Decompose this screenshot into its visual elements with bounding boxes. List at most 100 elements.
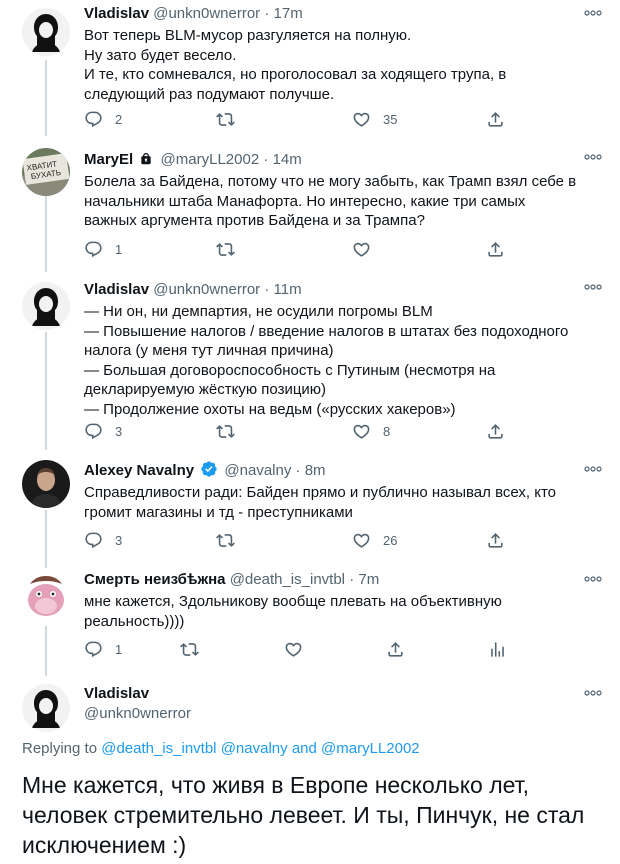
verified-badge-icon [201, 461, 217, 477]
share-icon [486, 110, 505, 129]
share-button[interactable] [486, 529, 505, 551]
more-icon[interactable] [584, 10, 602, 16]
retweet-icon [180, 640, 199, 659]
mention-link[interactable]: @navalny [221, 740, 288, 757]
like-count: 35 [383, 111, 398, 127]
more-icon[interactable] [584, 154, 602, 160]
avatar[interactable] [22, 684, 70, 732]
share-button[interactable] [386, 638, 405, 660]
reply-button[interactable]: 3 [84, 529, 122, 551]
reply-icon [84, 110, 103, 129]
reply-icon [84, 531, 103, 550]
timestamp[interactable]: 17m [274, 5, 303, 22]
mention-link[interactable]: @maryLL2002 [321, 740, 420, 757]
tweet-text: Справедливости ради: Байден прямо и публ… [84, 484, 556, 521]
heart-icon [352, 422, 371, 441]
time-separator: · [264, 281, 270, 298]
author-name[interactable]: Vladislav [84, 281, 149, 298]
reply-icon [84, 422, 103, 441]
retweet-icon [216, 531, 235, 550]
reply-button[interactable]: 1 [84, 238, 122, 260]
author-handle[interactable]: @maryLL2002 [161, 151, 260, 168]
time-separator: · [263, 151, 269, 168]
share-icon [386, 640, 405, 659]
tweet[interactable]: Vladislav @unkn0wnerror · 11m — Ни он, н… [0, 274, 620, 452]
author-name[interactable]: Vladislav [84, 5, 149, 22]
reply-count: 3 [115, 423, 123, 439]
reply-icon [84, 240, 103, 259]
avatar[interactable] [22, 8, 70, 56]
author-name[interactable]: Смерть неизбѣжна [84, 571, 226, 588]
author-name[interactable]: MaryEl [84, 151, 133, 168]
avatar[interactable] [22, 460, 70, 508]
tweet-text: Вот теперь BLM-мусор разгуляется на полн… [84, 27, 507, 103]
author-name[interactable]: Vladislav [84, 685, 149, 702]
like-button[interactable] [284, 638, 303, 660]
author-handle[interactable]: @death_is_invtbl [230, 571, 345, 588]
timestamp[interactable]: 14m [273, 151, 302, 168]
share-button[interactable] [486, 420, 505, 442]
timestamp[interactable]: 11m [274, 281, 302, 298]
time-separator: · [295, 462, 301, 479]
time-separator: · [264, 5, 270, 22]
retweet-icon [216, 110, 235, 129]
avatar[interactable] [22, 572, 70, 620]
like-button[interactable]: 35 [352, 108, 397, 130]
author-handle[interactable]: @unkn0wnerror [153, 5, 260, 22]
more-icon[interactable] [584, 284, 602, 290]
tweet[interactable]: Смерть неизбѣжна @death_is_invtbl · 7m м… [0, 568, 620, 676]
like-button[interactable]: 26 [352, 529, 397, 551]
more-icon[interactable] [584, 690, 602, 696]
reply-count: 2 [115, 111, 123, 127]
heart-icon [352, 531, 371, 550]
tweet-text: — Ни он, ни демпартия, не осудили погром… [84, 303, 569, 418]
heart-icon [352, 240, 371, 259]
author-handle[interactable]: @navalny [224, 462, 291, 479]
tweet[interactable]: Alexey Navalny @navalny · 8m Справедливо… [0, 452, 620, 568]
tweet-text: Болела за Байдена, потому что не могу за… [84, 173, 577, 229]
avatar[interactable] [22, 282, 70, 330]
author-name[interactable]: Alexey Navalny [84, 462, 194, 479]
retweet-button[interactable] [180, 638, 199, 660]
timestamp[interactable]: 8m [305, 462, 326, 479]
lock-icon [141, 153, 152, 165]
share-button[interactable] [486, 108, 505, 130]
more-icon[interactable] [584, 576, 602, 582]
reply-button[interactable]: 1 [84, 638, 122, 660]
heart-icon [284, 640, 303, 659]
retweet-button[interactable] [216, 420, 235, 442]
tweet[interactable]: Vladislav @unkn0wnerror · 17m Вот теперь… [0, 0, 620, 140]
like-count: 8 [383, 423, 391, 439]
reply-button[interactable]: 3 [84, 420, 122, 442]
like-button[interactable]: 8 [352, 420, 390, 442]
retweet-button[interactable] [216, 529, 235, 551]
more-icon[interactable] [584, 466, 602, 472]
retweet-button[interactable] [216, 108, 235, 130]
time-separator: · [349, 571, 355, 588]
share-icon [486, 531, 505, 550]
main-tweet-text: Мне кажется, что живя в Европе несколько… [22, 772, 585, 858]
reply-count: 3 [115, 532, 123, 548]
tweet[interactable]: ХВАТИТ БУХАТЬ MaryEl @maryLL2002 · 14m Б… [0, 140, 620, 274]
reply-count: 1 [115, 641, 123, 657]
like-count: 26 [383, 532, 398, 548]
tweet-text: мне кажется, Здольникову вообще плевать … [84, 593, 502, 630]
like-button[interactable] [352, 238, 371, 260]
share-icon [486, 422, 505, 441]
avatar[interactable]: ХВАТИТ БУХАТЬ [22, 148, 70, 196]
analytics-icon [488, 640, 507, 659]
reply-icon [84, 640, 103, 659]
reply-button[interactable]: 2 [84, 108, 122, 130]
timestamp[interactable]: 7m [358, 571, 379, 588]
retweet-icon [216, 422, 235, 441]
retweet-button[interactable] [216, 238, 235, 260]
reply-count: 1 [115, 241, 123, 257]
share-button[interactable] [486, 238, 505, 260]
share-icon [486, 240, 505, 259]
mention-link[interactable]: @death_is_invtbl [101, 740, 216, 757]
heart-icon [352, 110, 371, 129]
author-handle[interactable]: @unkn0wnerror [84, 705, 191, 722]
analytics-button[interactable] [488, 638, 507, 660]
retweet-icon [216, 240, 235, 259]
author-handle[interactable]: @unkn0wnerror [153, 281, 260, 298]
